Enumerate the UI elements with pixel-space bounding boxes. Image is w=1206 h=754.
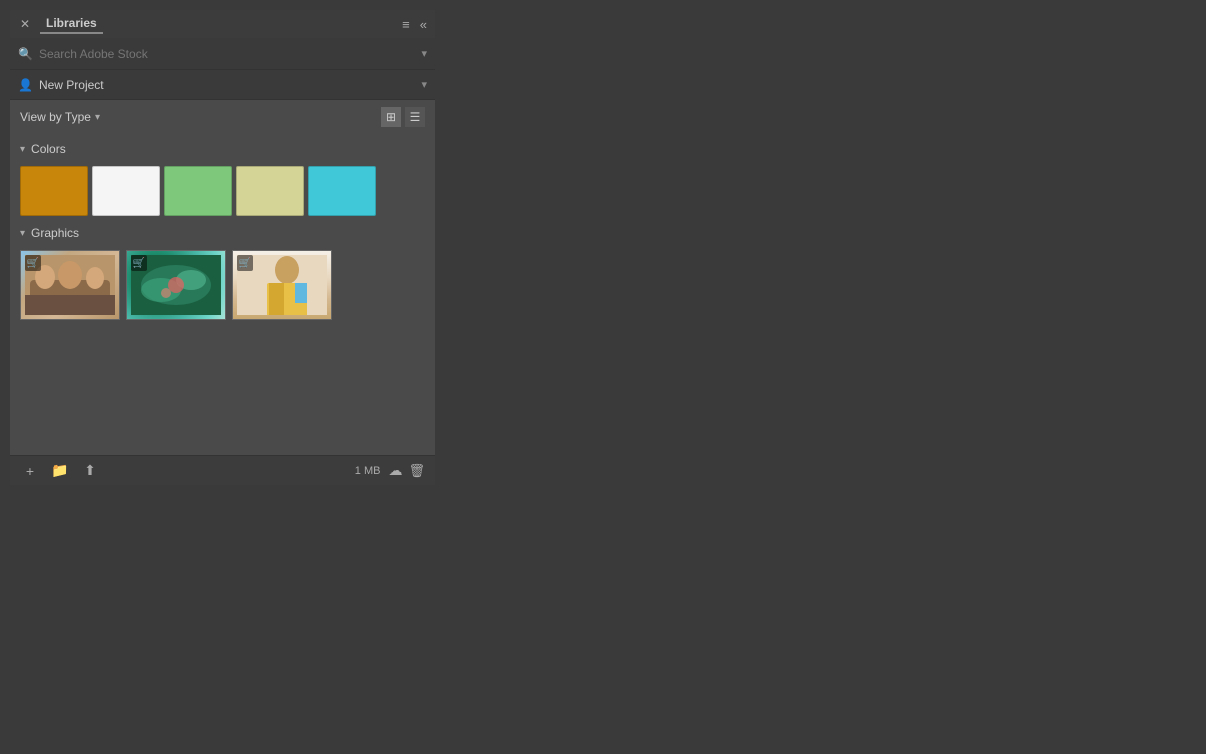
colors-section-header[interactable]: ▾ Colors	[10, 138, 435, 160]
cloud-sync-icon[interactable]: ☁	[388, 462, 402, 479]
search-dropdown-chevron[interactable]: ▾	[421, 47, 427, 60]
graphics-grid: 🛒 🛒	[10, 244, 435, 326]
panel-title: Libraries	[40, 14, 103, 34]
graphics-section-header[interactable]: ▾ Graphics	[10, 222, 435, 244]
colors-grid	[10, 160, 435, 222]
new-folder-button[interactable]: 📁	[50, 461, 70, 481]
cart-badge-2: 🛒	[131, 255, 147, 271]
search-bar: 🔍 ▾	[10, 38, 435, 70]
view-by-type-label: View by Type	[20, 110, 91, 124]
view-toggle-buttons: ⊞ ☰	[381, 107, 425, 127]
close-button[interactable]: ✕	[18, 17, 32, 31]
title-bar-left: ✕ Libraries	[18, 14, 103, 34]
upload-button[interactable]: ⬆	[80, 461, 100, 481]
colors-section-chevron: ▾	[20, 144, 25, 155]
cart-badge-1: 🛒	[25, 255, 41, 271]
view-controls: View by Type ▾ ⊞ ☰	[10, 100, 435, 134]
cart-badge-3: 🛒	[237, 255, 253, 271]
color-swatch-white[interactable]	[92, 166, 160, 216]
footer-right: ☁ 🗑	[388, 462, 425, 479]
footer-left: + 📁 ⬆	[20, 461, 100, 481]
footer: + 📁 ⬆ 1 MB ☁ 🗑	[10, 455, 435, 485]
colors-section-label: Colors	[31, 142, 66, 156]
view-by-type-button[interactable]: View by Type ▾	[20, 110, 100, 124]
view-by-type-chevron: ▾	[95, 112, 100, 123]
graphic-item-1[interactable]: 🛒	[20, 250, 120, 320]
grid-view-button[interactable]: ⊞	[381, 107, 401, 127]
menu-button[interactable]: ≡	[402, 17, 410, 32]
title-bar: ✕ Libraries ≡ «	[10, 10, 435, 38]
project-name: New Project	[39, 78, 422, 92]
search-icon: 🔍	[18, 47, 33, 61]
color-swatch-cyan[interactable]	[308, 166, 376, 216]
graphics-section-label: Graphics	[31, 226, 79, 240]
delete-button[interactable]: 🗑	[408, 463, 425, 479]
color-swatch-khaki[interactable]	[236, 166, 304, 216]
color-swatch-gold[interactable]	[20, 166, 88, 216]
project-icon: 👤	[18, 78, 33, 92]
storage-size: 1 MB	[355, 465, 381, 477]
collapse-button[interactable]: «	[420, 17, 427, 32]
graphic-item-3[interactable]: 🛒	[232, 250, 332, 320]
add-button[interactable]: +	[20, 461, 40, 481]
graphic-item-2[interactable]: 🛒	[126, 250, 226, 320]
search-input[interactable]	[39, 47, 422, 61]
color-swatch-green[interactable]	[164, 166, 232, 216]
content-area: ▾ Colors ▾ Graphics	[10, 134, 435, 455]
project-selector[interactable]: 👤 New Project ▾	[10, 70, 435, 100]
project-chevron-icon: ▾	[421, 78, 427, 91]
libraries-panel: ✕ Libraries ≡ « 🔍 ▾ 👤 New Project ▾ View…	[10, 10, 435, 485]
graphics-section-chevron: ▾	[20, 228, 25, 239]
list-view-button[interactable]: ☰	[405, 107, 425, 127]
